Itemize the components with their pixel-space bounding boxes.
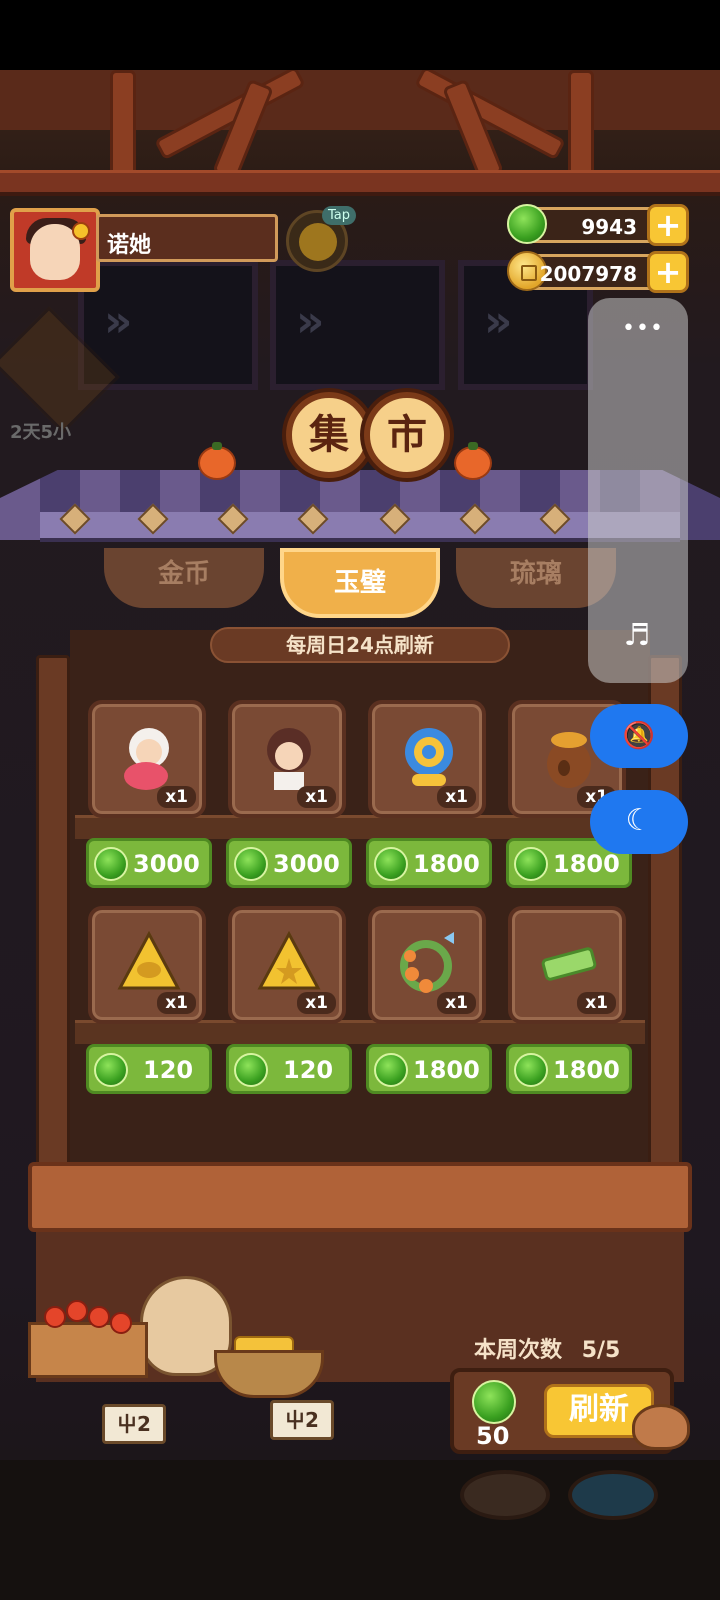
- background-window: »: [270, 260, 445, 390]
- bell-off-icon: 🔕: [622, 721, 656, 751]
- coin-counter: 2007978 +: [507, 251, 689, 293]
- tab-gold-coins[interactable]: 金币: [104, 548, 264, 608]
- pot-decoration: [460, 1470, 550, 1520]
- market-sign-char: 集: [286, 392, 372, 478]
- price-value: 1800: [413, 850, 480, 878]
- tomato-crate: [28, 1322, 148, 1378]
- fish-rice-ball-icon: [117, 930, 181, 990]
- shop-item-maid-card[interactable]: x1: [228, 700, 346, 818]
- flower-wreath-icon: [400, 932, 454, 993]
- item-quantity: x1: [297, 786, 336, 808]
- jade-icon: [514, 1053, 548, 1087]
- pot-decoration: [568, 1470, 658, 1520]
- player-avatar[interactable]: [10, 208, 100, 292]
- price-value: 120: [283, 1056, 334, 1084]
- add-coin-button[interactable]: +: [647, 251, 689, 293]
- star-rice-ball-icon: [257, 930, 321, 990]
- price-button[interactable]: 120: [86, 1044, 212, 1094]
- tomato-icon: [88, 1306, 110, 1328]
- item-quantity: x1: [157, 786, 196, 808]
- price-value: 3000: [133, 850, 200, 878]
- tab-jade[interactable]: 玉璧: [280, 548, 440, 618]
- chick-icon: [299, 223, 337, 261]
- price-button[interactable]: 1800: [366, 838, 492, 888]
- level-badge: [72, 222, 90, 240]
- price-button[interactable]: 3000: [226, 838, 352, 888]
- maid-character-icon: [267, 728, 311, 790]
- jade-icon: [94, 847, 128, 881]
- shop-item-swirl-shell[interactable]: x1: [368, 700, 486, 818]
- refresh-cost: 50: [476, 1422, 510, 1450]
- market-sign-char: 市: [364, 392, 450, 478]
- roof-top: [0, 70, 720, 130]
- jade-icon: [234, 847, 268, 881]
- persimmon-decoration: [198, 442, 236, 480]
- weekly-refresh-count: 本周次数 5/5: [474, 1332, 620, 1364]
- shop-item-chef-card[interactable]: x1: [88, 700, 206, 818]
- shop-item-jade-scroll[interactable]: x1: [508, 906, 626, 1024]
- jade-icon: [374, 847, 408, 881]
- price-value: 1800: [553, 850, 620, 878]
- price-button[interactable]: 120: [226, 1044, 352, 1094]
- tomato-icon: [66, 1300, 88, 1322]
- hamster-mascot: [632, 1404, 690, 1450]
- add-jade-button[interactable]: +: [647, 204, 689, 246]
- jade-icon: [507, 204, 547, 244]
- item-quantity: x1: [437, 992, 476, 1014]
- price-value: 3000: [273, 850, 340, 878]
- jade-icon: [234, 1053, 268, 1087]
- jade-icon: [472, 1380, 516, 1424]
- music-icon[interactable]: ♬: [620, 618, 654, 653]
- weekly-label: 本周次数: [474, 1338, 563, 1363]
- shop-item-flower-wreath[interactable]: x1: [368, 906, 486, 1024]
- event-countdown: 2天5小: [10, 422, 72, 443]
- coin-value: 2007978: [539, 262, 637, 286]
- moon-icon: ☾: [625, 803, 653, 838]
- refresh-schedule-note: 每周日24点刷新: [210, 627, 510, 663]
- weekly-count: 5/5: [581, 1338, 621, 1363]
- awning-edge: [40, 512, 680, 542]
- shelf: [75, 815, 645, 839]
- player-name-bar: 诺她: [96, 214, 278, 262]
- jade-counter: 9943 +: [507, 204, 689, 246]
- shop-item-fish-rice-ball[interactable]: x1: [88, 906, 206, 1024]
- jade-scroll-icon: [541, 947, 597, 981]
- more-menu-icon[interactable]: •••: [622, 316, 664, 341]
- night-mode-button[interactable]: ☾: [590, 790, 688, 854]
- mute-notifications-button[interactable]: 🔕: [590, 704, 688, 768]
- item-quantity: x1: [297, 992, 336, 1014]
- price-button[interactable]: 1800: [506, 1044, 632, 1094]
- roof-beam: [110, 70, 136, 180]
- item-quantity: x1: [157, 992, 196, 1014]
- tomato-icon: [110, 1312, 132, 1334]
- jade-icon: [94, 1053, 128, 1087]
- player-name: 诺她: [107, 233, 152, 258]
- price-value: 1800: [413, 1056, 480, 1084]
- price-button[interactable]: 3000: [86, 838, 212, 888]
- jade-value: 9943: [581, 215, 637, 239]
- price-button[interactable]: 1800: [366, 1044, 492, 1094]
- item-quantity: x1: [437, 786, 476, 808]
- price-tag: 屮2: [270, 1400, 334, 1440]
- stall-counter: [28, 1162, 692, 1232]
- item-quantity: x1: [577, 992, 616, 1014]
- tap-label: Tap: [322, 206, 357, 225]
- roof-beam: [568, 70, 594, 180]
- floating-side-panel[interactable]: ••• ♬: [588, 298, 688, 683]
- price-value: 1800: [553, 1056, 620, 1084]
- chef-character-icon: [124, 728, 169, 790]
- swirl-shell-icon: [405, 728, 453, 786]
- jade-icon: [514, 847, 548, 881]
- shop-item-star-rice-ball[interactable]: x1: [228, 906, 346, 1024]
- tomato-icon: [44, 1306, 66, 1328]
- roof-ridge: [0, 170, 720, 196]
- price-tag: 屮2: [102, 1404, 166, 1444]
- jade-icon: [374, 1053, 408, 1087]
- price-value: 120: [143, 1056, 194, 1084]
- persimmon-decoration: [454, 442, 492, 480]
